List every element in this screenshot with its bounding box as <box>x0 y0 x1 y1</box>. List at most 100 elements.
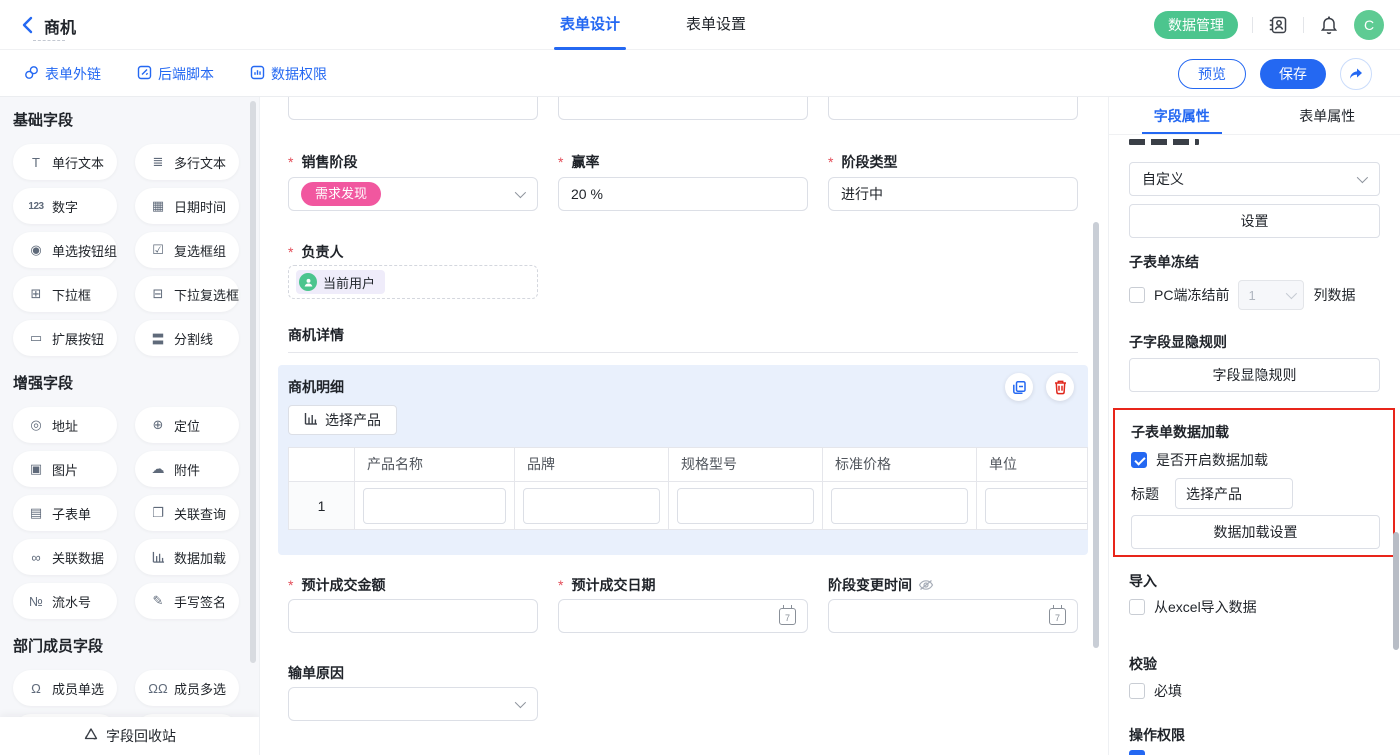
preview-button[interactable]: 预览 <box>1178 59 1246 89</box>
table-cell-input[interactable] <box>985 488 1088 524</box>
sidebar-item-radio-group[interactable]: ◉单选按钮组 <box>13 232 117 268</box>
back-icon[interactable] <box>18 14 40 36</box>
share-button[interactable] <box>1340 58 1372 90</box>
bell-icon[interactable] <box>1318 14 1340 36</box>
sidebar-section-grid: T单行文本 ≣多行文本 123数字 ▦日期时间 ◉单选按钮组 ☑复选框组 ⊞下拉框 ⊟下拉复选… <box>13 144 259 356</box>
settings-button[interactable]: 设置 <box>1129 204 1380 238</box>
required-checkbox[interactable] <box>1129 683 1145 699</box>
freeze-section-title: 子表单冻结 <box>1129 252 1199 272</box>
sidebar-item-extend-button[interactable]: ▭扩展按钮 <box>13 320 117 356</box>
panel-scrollbar[interactable] <box>1393 532 1399 650</box>
stage-type-input[interactable]: 进行中 <box>828 177 1078 211</box>
data-load-settings-button[interactable]: 数据加载设置 <box>1131 515 1380 549</box>
data-manage-button[interactable]: 数据管理 <box>1154 11 1238 39</box>
sidebar-item-multi-select[interactable]: ⊟下拉复选框 <box>135 276 239 312</box>
attachment-icon: ☁ <box>149 461 167 477</box>
tab-form-settings[interactable]: 表单设置 <box>686 0 746 50</box>
sidebar-scrollbar[interactable] <box>250 101 256 663</box>
permission-checkbox-partial[interactable] <box>1129 750 1145 755</box>
sidebar-item-relation-query[interactable]: ❐关联查询 <box>135 495 239 531</box>
contact-book-icon[interactable] <box>1267 14 1289 36</box>
chevron-down-icon <box>1357 172 1368 183</box>
freeze-count-select[interactable]: 1 <box>1238 280 1304 310</box>
sidebar-item-member-multi[interactable]: ΩΩ成员多选 <box>135 670 239 706</box>
sidebar-item-serial-number[interactable]: №流水号 <box>13 583 117 619</box>
location-icon: ⊕ <box>149 417 167 433</box>
visibility-rules-button[interactable]: 字段显隐规则 <box>1129 358 1380 392</box>
owner-field[interactable]: 当前用户 <box>288 265 538 299</box>
sidebar-item-label: 多行文本 <box>174 153 226 172</box>
table-column-header: 品牌 <box>515 448 669 481</box>
sales-stage-label: 销售阶段 <box>288 152 357 172</box>
subform-title: 商机明细 <box>288 377 344 397</box>
property-panel: 字段属性 表单属性 自定义 设置 子表单冻结 PC端冻结前 1 列数据 子字段显… <box>1108 97 1400 755</box>
custom-mode-select[interactable]: 自定义 <box>1129 162 1380 196</box>
expected-date-input[interactable]: 7 <box>558 599 808 633</box>
sidebar-item-attachment[interactable]: ☁附件 <box>135 451 239 487</box>
sidebar-item-label: 成员多选 <box>174 679 226 698</box>
field-input-partial[interactable] <box>288 97 538 120</box>
data-load-enable-checkbox[interactable] <box>1131 452 1147 468</box>
sidebar-sections: 基础字段 T单行文本 ≣多行文本 123数字 ▦日期时间 ◉单选按钮组 ☑复选框组 ⊞下拉框 ⊟… <box>0 97 259 750</box>
copy-button[interactable] <box>1005 373 1033 401</box>
select-product-button[interactable]: 选择产品 <box>288 405 397 435</box>
sidebar-section-title: 部门成员字段 <box>13 635 259 656</box>
table-cell-input[interactable] <box>363 488 506 524</box>
subform-block[interactable]: 商机明细 选择产品 产品名称品牌规格型号标准价格单位 1 <box>278 365 1088 555</box>
sidebar-item-location[interactable]: ⊕定位 <box>135 407 239 443</box>
sidebar-item-label: 下拉框 <box>52 285 91 304</box>
sidebar-section-title: 基础字段 <box>13 109 259 130</box>
data-load-title-input[interactable] <box>1175 478 1293 509</box>
sidebar-item-divider[interactable]: 〓分割线 <box>135 320 239 356</box>
table-cell-input[interactable] <box>677 488 814 524</box>
field-input-partial[interactable] <box>558 97 808 120</box>
expected-amount-input[interactable] <box>288 599 538 633</box>
table-cell <box>823 481 977 529</box>
panel-tabs: 字段属性 表单属性 <box>1109 97 1400 135</box>
section-divider-line <box>288 352 1078 353</box>
image-icon: ▣ <box>27 461 45 477</box>
user-avatar[interactable]: C <box>1354 10 1384 40</box>
subform-icon: ▤ <box>27 505 45 521</box>
save-button[interactable]: 保存 <box>1260 59 1326 89</box>
backend-script-link[interactable]: 后端脚本 <box>137 64 214 84</box>
freeze-checkbox[interactable] <box>1129 287 1145 303</box>
owner-label: 负责人 <box>288 242 343 262</box>
sidebar-item-number[interactable]: 123数字 <box>13 188 117 224</box>
member-single-icon: Ω <box>27 681 45 696</box>
relation-query-icon: ❐ <box>149 505 167 521</box>
stage-change-time-input[interactable]: 7 <box>828 599 1078 633</box>
sidebar-item-datetime[interactable]: ▦日期时间 <box>135 188 239 224</box>
data-load-title-row: 标题 <box>1131 478 1293 509</box>
sidebar-item-multi-line-text[interactable]: ≣多行文本 <box>135 144 239 180</box>
form-external-link[interactable]: 表单外链 <box>24 64 101 84</box>
tab-field-properties[interactable]: 字段属性 <box>1109 97 1255 134</box>
sidebar-item-address[interactable]: ◎地址 <box>13 407 117 443</box>
sidebar-item-single-line-text[interactable]: T单行文本 <box>13 144 117 180</box>
sidebar-item-data-load[interactable]: 数据加载 <box>135 539 239 575</box>
tab-form-design[interactable]: 表单设计 <box>560 0 620 50</box>
delete-button[interactable] <box>1046 373 1074 401</box>
sidebar-item-relation-data[interactable]: ∞关联数据 <box>13 539 117 575</box>
import-excel-checkbox[interactable] <box>1129 599 1145 615</box>
sidebar-item-signature[interactable]: ✎手写签名 <box>135 583 239 619</box>
table-cell-input[interactable] <box>523 488 660 524</box>
sidebar-item-checkbox-group[interactable]: ☑复选框组 <box>135 232 239 268</box>
table-cell-input[interactable] <box>831 488 968 524</box>
canvas-scrollbar[interactable] <box>1093 222 1099 648</box>
toolbar-links: 表单外链 后端脚本 数据权限 <box>24 50 327 97</box>
lose-reason-select[interactable] <box>288 687 538 721</box>
field-input-partial[interactable] <box>828 97 1078 120</box>
tab-form-properties[interactable]: 表单属性 <box>1255 97 1400 134</box>
sales-stage-select[interactable]: 需求发现 <box>288 177 538 211</box>
win-rate-input[interactable]: 20 % <box>558 177 808 211</box>
data-permission-link[interactable]: 数据权限 <box>250 64 327 84</box>
sidebar-item-label: 下拉复选框 <box>174 285 239 304</box>
sidebar-item-subform[interactable]: ▤子表单 <box>13 495 117 531</box>
field-recycle-bin[interactable]: 字段回收站 <box>0 717 259 755</box>
sidebar-item-select[interactable]: ⊞下拉框 <box>13 276 117 312</box>
sidebar-item-member-single[interactable]: Ω成员单选 <box>13 670 117 706</box>
sidebar-item-image[interactable]: ▣图片 <box>13 451 117 487</box>
expected-amount-label: 预计成交金额 <box>288 575 385 595</box>
calendar-icon: 7 <box>1049 608 1066 625</box>
